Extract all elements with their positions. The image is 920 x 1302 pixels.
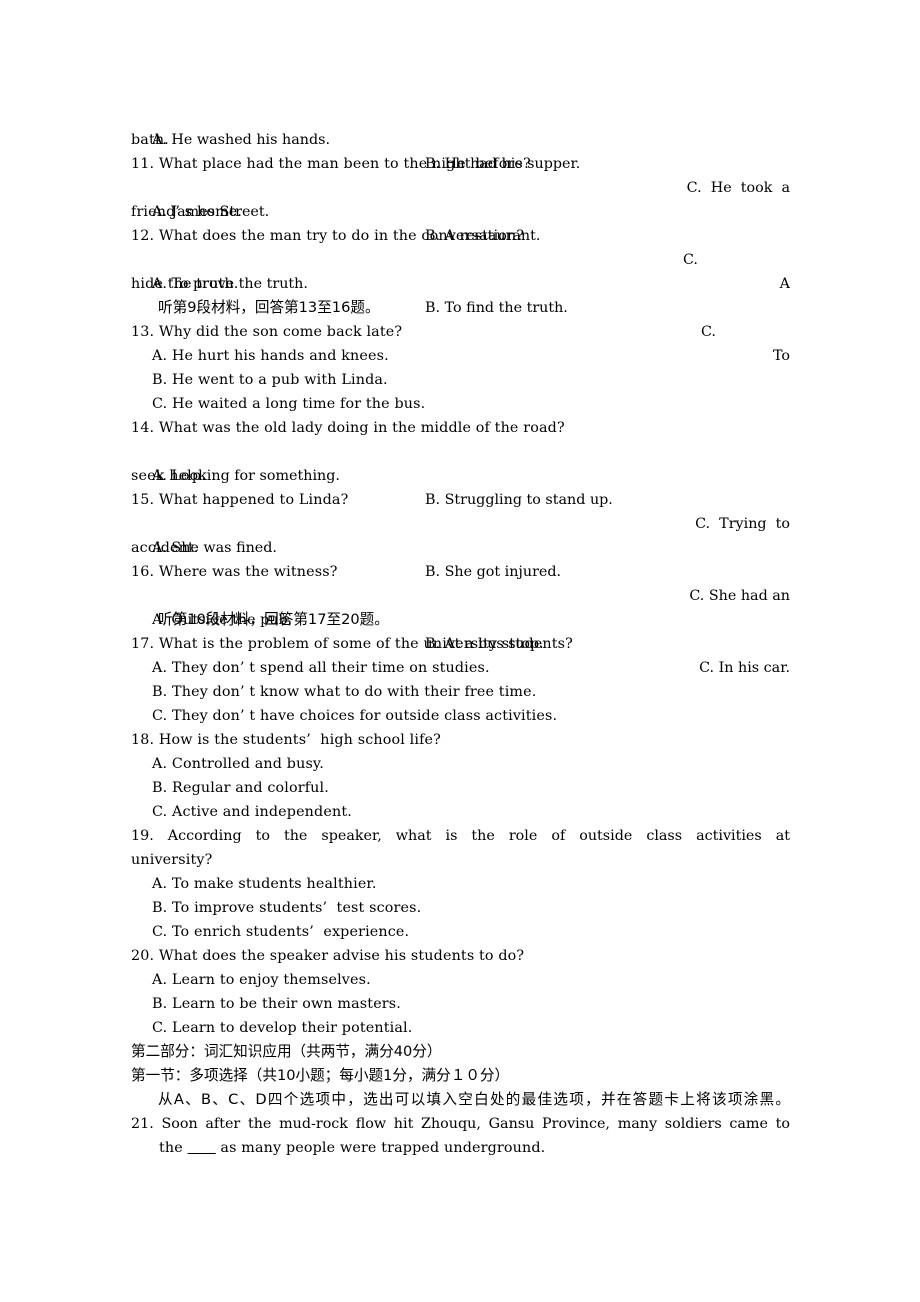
q21-post-blank-text: as many people were trapped underground.	[215, 1140, 546, 1156]
question-19-option-c: C. To enrich students’ experience.	[152, 924, 410, 940]
option-a: A. To prove the truth.	[152, 276, 308, 292]
question-18-stem: 18. How is the students’ high school lif…	[131, 732, 441, 748]
question-20-option-c: C. Learn to develop their potential.	[152, 1020, 413, 1036]
exam-page-body: A. He washed his hands. B. He had his su…	[131, 104, 790, 1160]
question-15-options-row: A. She was fined. B. She got injured. C.…	[131, 512, 790, 604]
question-20-option-a: A. Learn to enjoy themselves.	[152, 972, 371, 988]
q21-pre-blank-text: the	[159, 1140, 188, 1156]
option-a: A. Looking for something.	[152, 468, 340, 484]
option-c-text: A	[779, 276, 790, 292]
question-20-stem: 20. What does the speaker advise his stu…	[131, 948, 525, 964]
option-c-label: C.	[701, 324, 716, 340]
section-one-instruction: 从A、B、C、D四个选项中，选出可以填入空白处的最佳选项，并在答题卡上将该项涂黑…	[158, 1091, 790, 1108]
option-a: A. He washed his hands.	[152, 132, 330, 148]
question-20-option-b: B. Learn to be their own masters.	[152, 996, 401, 1012]
part-two-heading: 第二部分：词汇知识应用（共两节，满分40分）	[131, 1043, 442, 1060]
question-13-option-b: B. He went to a pub with Linda.	[152, 372, 388, 388]
question-19-option-b: B. To improve students’ test scores.	[152, 900, 422, 916]
question-19-stem: 19. According to the speaker, what is th…	[131, 828, 790, 844]
question-13-stem: 13. Why did the son come back late?	[131, 324, 403, 340]
option-b: B. A restaurant.	[425, 228, 541, 244]
question-21-line-2: the as many people were trapped undergro…	[131, 1136, 790, 1160]
question-14-options-row: A. Looking for something. B. Struggling …	[131, 440, 790, 532]
question-16-options-row: A. Outside the pub. B. At a bus stop. C.…	[131, 584, 790, 676]
question-19-stem-continuation: university?	[131, 852, 213, 868]
question-18-option-a: A. Controlled and busy.	[152, 756, 324, 772]
question-12-options-row: A. To prove the truth. B. To find the tr…	[131, 248, 790, 364]
question-17-option-b: B. They don’ t know what to do with thei…	[152, 684, 537, 700]
question-18-option-b: B. Regular and colorful.	[152, 780, 329, 796]
option-c-text: To	[772, 348, 790, 364]
answer-blank[interactable]	[188, 1140, 216, 1156]
question-11-options-row: A. James Street. B. A restaurant. C. A	[131, 176, 790, 292]
question-18-option-c: C. Active and independent.	[152, 804, 352, 820]
option-a: A. James Street.	[152, 204, 270, 220]
section-one-heading: 第一节：多项选择（共10小题；每小题1分，满分１０分）	[131, 1067, 510, 1084]
question-10-options-row: A. He washed his hands. B. He had his su…	[131, 104, 790, 196]
option-a: A. Outside the pub.	[152, 612, 293, 628]
question-13-option-a: A. He hurt his hands and knees.	[152, 348, 389, 364]
question-17-option-c: C. They don’ t have choices for outside …	[152, 708, 558, 724]
option-b: B. Struggling to stand up.	[425, 492, 613, 508]
option-b: B. She got injured.	[425, 564, 562, 580]
option-b: B. He had his supper.	[425, 156, 581, 172]
question-17-option-a: A. They don’ t spend all their time on s…	[152, 660, 490, 676]
question-21-line-1: 21. Soon after the mud-rock flow hit Zho…	[131, 1116, 790, 1132]
option-b: B. To find the truth.	[425, 300, 568, 316]
option-a: A. She was fined.	[152, 540, 277, 556]
question-19-option-a: A. To make students healthier.	[152, 876, 377, 892]
question-14-stem: 14. What was the old lady doing in the m…	[131, 420, 565, 436]
option-c: C. In his car.	[699, 660, 790, 676]
option-b: B. At a bus stop.	[425, 636, 544, 652]
question-13-option-c: C. He waited a long time for the bus.	[152, 396, 426, 412]
